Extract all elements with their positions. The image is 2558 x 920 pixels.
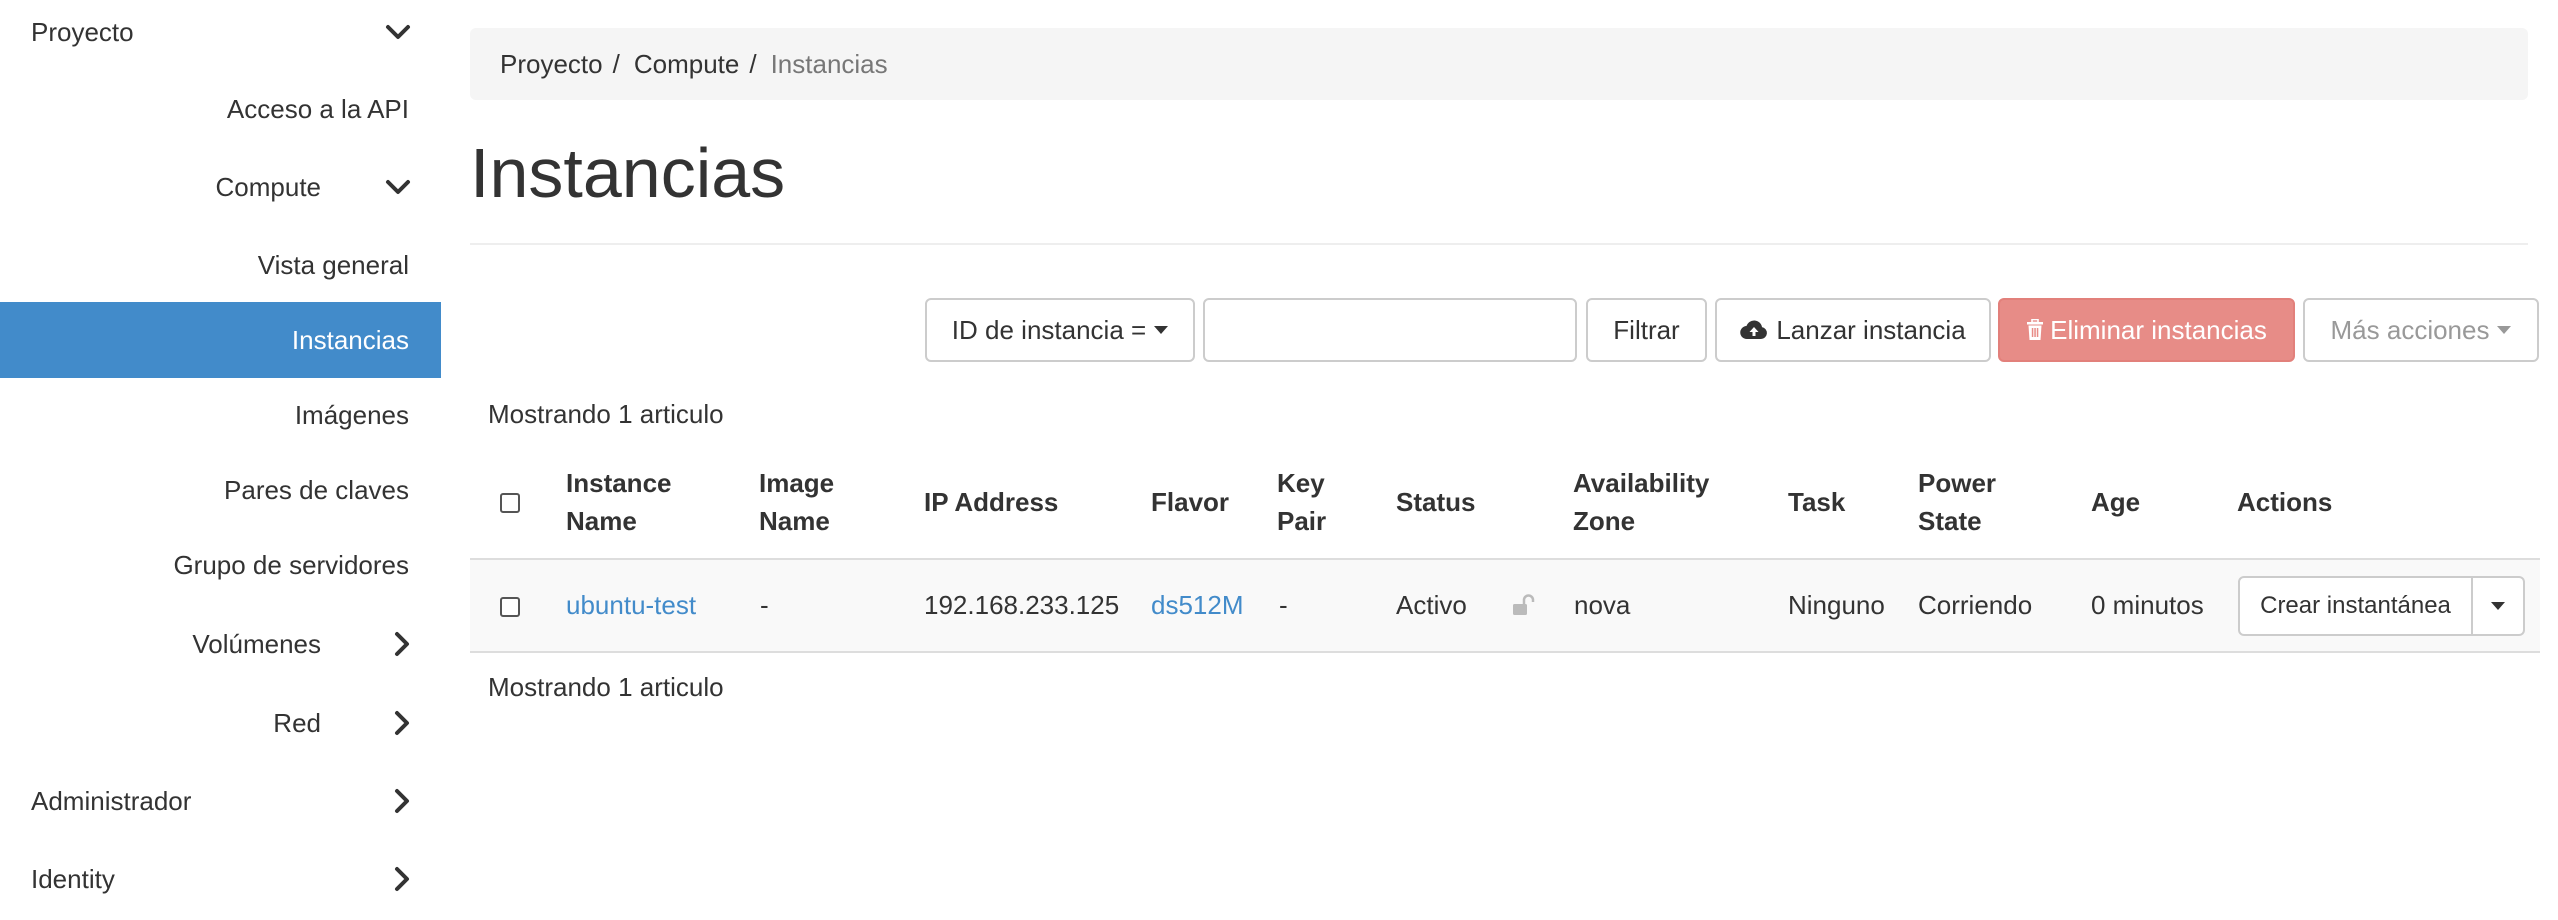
sidebar-item-imagenes[interactable]: Imágenes bbox=[0, 378, 441, 452]
breadcrumb-proyecto[interactable]: Proyecto bbox=[500, 49, 603, 80]
breadcrumb-separator: / bbox=[749, 48, 757, 79]
ip-address-cell: 192.168.233.125 bbox=[924, 590, 1120, 620]
sidebar-item-label: Volúmenes bbox=[192, 629, 321, 659]
sidebar-item-vista-general[interactable]: Vista general bbox=[0, 228, 441, 302]
chevron-right-icon bbox=[393, 764, 411, 838]
filter-button[interactable]: Filtrar bbox=[1586, 298, 1707, 362]
row-actions-group: Crear instantánea bbox=[2238, 576, 2525, 636]
filter-field-dropdown[interactable]: ID de instancia = bbox=[925, 298, 1195, 362]
chevron-right-icon bbox=[393, 686, 411, 760]
chevron-down-icon bbox=[385, 0, 411, 69]
row-actions-dropdown-toggle[interactable] bbox=[2473, 576, 2525, 636]
header-power-state[interactable]: Power State bbox=[1918, 464, 1996, 540]
sidebar-item-instancias[interactable]: Instancias bbox=[0, 302, 441, 378]
caret-down-icon bbox=[2497, 326, 2512, 334]
sidebar-item-label: Proyecto bbox=[31, 17, 134, 47]
header-age[interactable]: Age bbox=[2091, 483, 2140, 521]
unlock-icon[interactable] bbox=[1511, 594, 1535, 621]
sidebar-item-pares-claves[interactable]: Pares de claves bbox=[0, 453, 441, 527]
sidebar-item-administrador[interactable]: Administrador bbox=[0, 764, 441, 838]
header-status[interactable]: Status bbox=[1396, 483, 1475, 521]
flavor-link[interactable]: ds512M bbox=[1151, 585, 1244, 625]
chevron-right-icon bbox=[393, 842, 411, 916]
trash-icon bbox=[2026, 319, 2044, 341]
sidebar: Proyecto Acceso a la API Compute Vista g… bbox=[0, 0, 441, 920]
header-image-name[interactable]: Image Name bbox=[759, 464, 834, 540]
filter-field-label: ID de instancia = bbox=[951, 314, 1147, 345]
title-divider bbox=[470, 243, 2528, 245]
sidebar-item-label: Pares de claves bbox=[224, 475, 409, 505]
sidebar-item-volumenes[interactable]: Volúmenes bbox=[0, 607, 441, 681]
power-state-cell: Corriendo bbox=[1918, 590, 2033, 620]
row-checkbox[interactable] bbox=[500, 597, 520, 617]
item-count-bottom: Mostrando 1 articulo bbox=[488, 672, 724, 702]
breadcrumb: Proyecto / Compute / Instancias bbox=[470, 28, 2528, 100]
page-title: Instancias bbox=[470, 134, 786, 212]
table-row bbox=[470, 558, 2540, 653]
chevron-down-icon bbox=[385, 150, 411, 224]
sidebar-item-label: Vista general bbox=[257, 250, 409, 280]
header-availability-zone[interactable]: Availability Zone bbox=[1573, 464, 1709, 540]
sidebar-item-red[interactable]: Red bbox=[0, 686, 441, 760]
sidebar-item-label: Instancias bbox=[291, 325, 409, 355]
sidebar-item-proyecto[interactable]: Proyecto bbox=[0, 0, 441, 69]
sidebar-item-compute[interactable]: Compute bbox=[0, 150, 441, 224]
age-cell: 0 minutos bbox=[2091, 590, 2204, 620]
more-actions-dropdown[interactable]: Más acciones bbox=[2303, 298, 2539, 362]
status-cell: Activo bbox=[1396, 590, 1467, 620]
sidebar-item-label: Red bbox=[273, 708, 321, 738]
sidebar-item-label: Compute bbox=[215, 172, 322, 202]
task-cell: Ninguno bbox=[1788, 590, 1885, 620]
create-snapshot-button[interactable]: Crear instantánea bbox=[2238, 576, 2473, 636]
cloud-upload-icon bbox=[1740, 319, 1768, 341]
more-actions-label: Más acciones bbox=[2330, 314, 2490, 345]
instance-name-link[interactable]: ubuntu-test bbox=[566, 585, 696, 625]
header-ip-address[interactable]: IP Address bbox=[924, 483, 1058, 521]
item-count-top: Mostrando 1 articulo bbox=[488, 399, 724, 429]
sidebar-item-label: Grupo de servidores bbox=[173, 550, 409, 580]
image-name-cell: - bbox=[760, 590, 769, 620]
sidebar-item-label: Identity bbox=[31, 864, 115, 894]
breadcrumb-separator: / bbox=[612, 48, 620, 79]
key-pair-cell: - bbox=[1279, 590, 1288, 620]
sidebar-item-label: Acceso a la API bbox=[226, 94, 409, 124]
sidebar-item-acceso-api[interactable]: Acceso a la API bbox=[0, 72, 441, 146]
header-flavor[interactable]: Flavor bbox=[1151, 483, 1229, 521]
sidebar-item-label: Administrador bbox=[31, 786, 192, 816]
chevron-right-icon bbox=[393, 607, 411, 681]
sidebar-item-identity[interactable]: Identity bbox=[0, 842, 441, 916]
availability-zone-cell: nova bbox=[1574, 590, 1631, 620]
sidebar-item-label: Imágenes bbox=[294, 400, 409, 430]
sidebar-item-grupo-servidores[interactable]: Grupo de servidores bbox=[0, 528, 441, 602]
breadcrumb-compute[interactable]: Compute bbox=[634, 49, 740, 80]
caret-down-icon bbox=[2491, 602, 2505, 610]
launch-instance-label: Lanzar instancia bbox=[1776, 314, 1966, 345]
header-key-pair[interactable]: Key Pair bbox=[1277, 464, 1326, 540]
launch-instance-button[interactable]: Lanzar instancia bbox=[1715, 298, 1991, 362]
delete-instances-button[interactable]: Eliminar instancias bbox=[1998, 298, 2295, 362]
caret-down-icon bbox=[1154, 326, 1169, 334]
breadcrumb-current: Instancias bbox=[770, 48, 888, 79]
select-all-checkbox[interactable] bbox=[500, 493, 520, 513]
header-actions: Actions bbox=[2237, 487, 2333, 517]
header-instance-name[interactable]: Instance Name bbox=[566, 464, 672, 540]
delete-instances-label: Eliminar instancias bbox=[2050, 314, 2267, 345]
header-task[interactable]: Task bbox=[1788, 483, 1845, 521]
filter-input[interactable] bbox=[1203, 298, 1577, 362]
